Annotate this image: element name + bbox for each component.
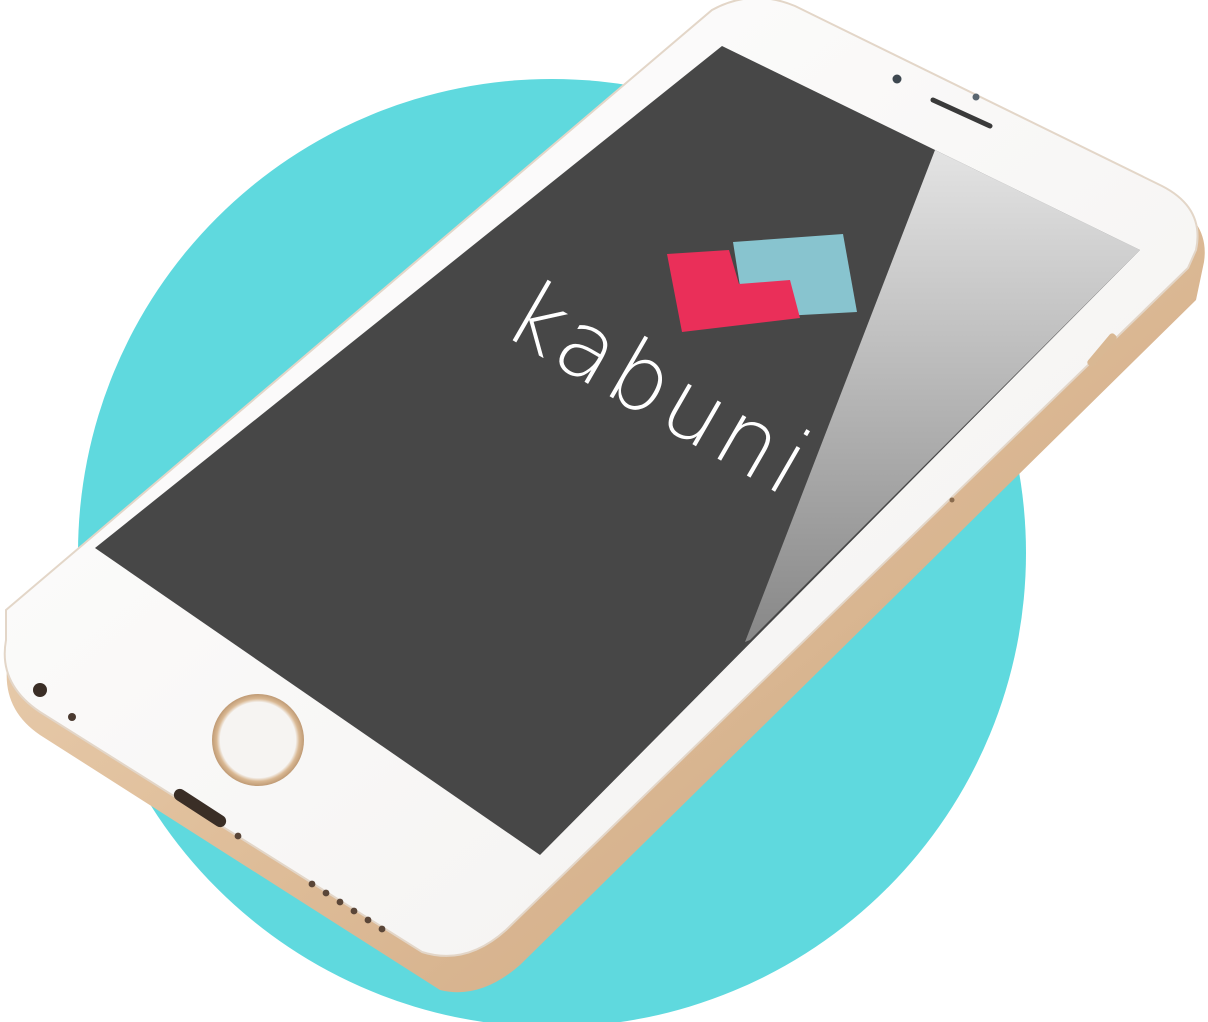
home-button-face bbox=[220, 702, 296, 778]
headphone-jack bbox=[33, 683, 47, 697]
bottom-mic-hole bbox=[68, 713, 76, 721]
proximity-sensor bbox=[972, 93, 980, 101]
phone-mockup-illustration: kabuni bbox=[3, 0, 1205, 1022]
marketing-scene: kabuni bbox=[0, 0, 1208, 1022]
front-camera-icon bbox=[892, 74, 902, 84]
side-mic-hole bbox=[949, 497, 955, 503]
